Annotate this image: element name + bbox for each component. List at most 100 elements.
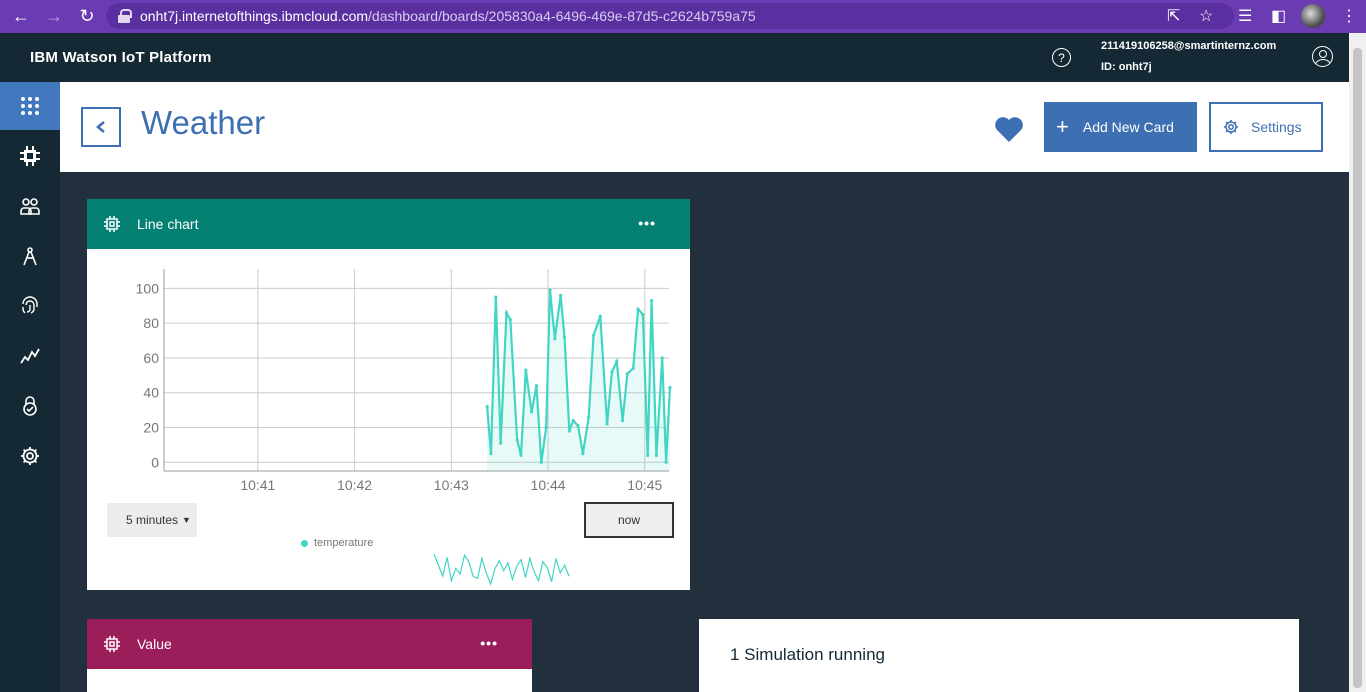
share-icon[interactable]: ⇱ <box>1167 6 1180 26</box>
x-tick-label: 10:44 <box>531 477 566 493</box>
compass-tool-icon <box>23 247 37 266</box>
x-tick-label: 10:42 <box>337 477 372 493</box>
sidebar-item-rules[interactable] <box>0 232 60 280</box>
chip-icon <box>20 146 40 166</box>
data-point <box>530 410 534 414</box>
data-point <box>598 314 602 318</box>
app-header: IBM Watson IoT Platform ? 211419106258@s… <box>0 33 1366 82</box>
scrollbar-thumb[interactable] <box>1353 48 1362 688</box>
legend-color-dot <box>301 539 308 547</box>
data-point <box>615 359 619 364</box>
y-tick-label: 40 <box>143 385 159 401</box>
data-point <box>534 384 539 388</box>
sidebar-item-devices[interactable] <box>0 132 60 180</box>
simulation-panel[interactable]: 1 Simulation running <box>699 619 1299 692</box>
url-text: onht7j.internetofthings.ibmcloud.com/das… <box>140 8 756 24</box>
now-button[interactable]: now <box>584 502 674 538</box>
forward-arrow-icon[interactable]: → <box>43 5 65 27</box>
data-point <box>668 385 672 390</box>
board-header: Weather + Add New Card Settings <box>60 82 1349 172</box>
chart-legend: temperature <box>301 537 373 549</box>
plus-icon: + <box>1056 114 1069 139</box>
card-overflow-menu-icon[interactable]: ••• <box>480 635 498 651</box>
card-overflow-menu-icon[interactable]: ••• <box>638 215 656 231</box>
app-title: IBM Watson IoT Platform <box>30 49 212 66</box>
sidebar-item-boards[interactable] <box>0 82 60 130</box>
line-chart-plot: 0 20 40 60 80 100 10:41 10:42 10:43 10:44 10:45 <box>136 269 672 586</box>
data-point <box>660 356 664 360</box>
back-button[interactable] <box>81 107 121 147</box>
data-point <box>562 335 567 339</box>
time-range-value: 5 minutes <box>126 513 179 527</box>
sidebar-item-security[interactable] <box>0 382 60 430</box>
bookmark-star-icon[interactable]: ☆ <box>1199 6 1213 26</box>
data-point <box>539 460 543 464</box>
data-point <box>489 452 493 456</box>
line-chart-card: Line chart ••• 0 20 40 60 80 100 10:41 10:42 10:… <box>87 199 690 590</box>
y-tick-label: 0 <box>151 454 159 470</box>
x-tick-label: 10:43 <box>434 477 469 493</box>
card-title: Line chart <box>137 216 199 232</box>
chip-icon <box>104 636 120 652</box>
sidebar-item-settings[interactable] <box>0 432 60 480</box>
reload-icon[interactable]: ↻ <box>76 5 98 27</box>
data-point <box>631 366 635 370</box>
data-point <box>654 453 659 457</box>
security-lock-icon <box>23 396 37 416</box>
value-card: Value ••• <box>87 619 532 692</box>
data-point <box>508 318 512 322</box>
analytics-icon <box>20 348 40 364</box>
data-point <box>636 307 640 311</box>
settings-button[interactable]: Settings <box>1209 102 1323 152</box>
settings-label: Settings <box>1251 119 1302 135</box>
y-tick-label: 100 <box>136 280 160 296</box>
data-point <box>494 295 498 299</box>
gear-icon <box>1224 120 1238 134</box>
data-point <box>591 333 596 337</box>
user-email: 211419106258@smartinternz.com <box>1101 40 1277 52</box>
data-point <box>524 368 528 372</box>
members-icon <box>20 198 40 215</box>
y-tick-label: 80 <box>143 315 159 331</box>
sidebar-item-analytics[interactable] <box>0 332 60 380</box>
legend-label: temperature <box>314 537 374 549</box>
data-point <box>515 438 519 442</box>
y-tick-label: 20 <box>143 420 159 436</box>
address-bar[interactable]: onht7j.internetofthings.ibmcloud.com/das… <box>106 3 1234 29</box>
data-point <box>664 460 668 464</box>
x-tick-label: 10:45 <box>627 477 662 493</box>
sidebar <box>0 82 60 692</box>
card-header: Line chart ••• <box>87 199 690 249</box>
org-id: ID: onht7j <box>1101 61 1152 73</box>
data-point <box>605 422 609 426</box>
side-panel-icon[interactable]: ◧ <box>1271 6 1286 26</box>
y-tick-label: 60 <box>143 350 159 366</box>
data-point <box>620 418 625 423</box>
browser-profile-avatar[interactable] <box>1301 4 1325 28</box>
add-new-card-label: Add New Card <box>1082 119 1174 135</box>
favorite-heart-icon[interactable] <box>994 115 1024 143</box>
data-point <box>499 441 503 445</box>
add-new-card-button[interactable]: + Add New Card <box>1044 102 1197 152</box>
data-point <box>504 311 509 315</box>
help-icon[interactable]: ? <box>1052 48 1071 67</box>
browser-menu-icon[interactable]: ⋮ <box>1341 6 1357 26</box>
data-point <box>581 452 585 456</box>
apps-grid-icon <box>21 97 39 115</box>
page-title: Weather <box>141 104 266 141</box>
data-point <box>567 429 571 433</box>
data-point <box>519 453 523 457</box>
time-range-select[interactable]: 5 minutes ▼ <box>107 503 197 537</box>
sidebar-item-members[interactable] <box>0 182 60 230</box>
browser-toolbar: ← → ↻ onht7j.internetofthings.ibmcloud.c… <box>0 0 1366 33</box>
data-point <box>649 298 654 303</box>
data-point <box>544 425 548 430</box>
back-arrow-icon[interactable]: ← <box>10 5 32 27</box>
range-sparkline <box>433 553 570 586</box>
sidebar-item-identity[interactable] <box>0 282 60 330</box>
user-profile-icon[interactable] <box>1312 46 1333 67</box>
media-playlist-icon[interactable]: ☰ <box>1238 6 1252 26</box>
card-title: Value <box>137 636 172 652</box>
data-point <box>553 337 557 341</box>
chip-icon <box>104 216 120 232</box>
